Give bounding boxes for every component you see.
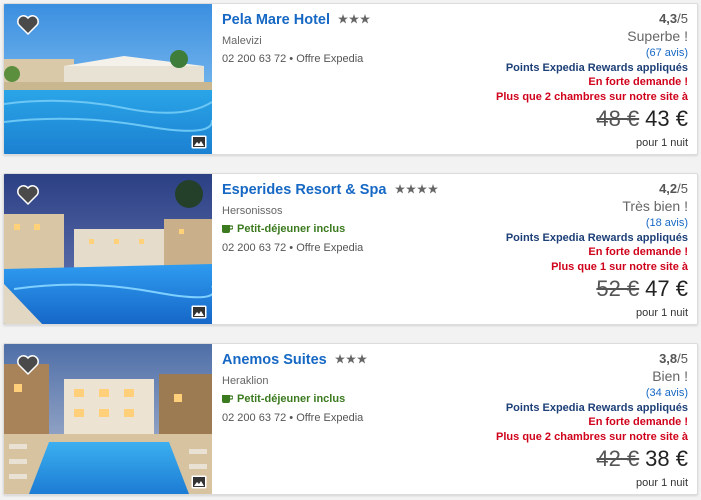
star-rating bbox=[338, 10, 371, 28]
star-icon bbox=[335, 353, 368, 364]
rating-score: 4,2 bbox=[659, 181, 678, 196]
breakfast-included: Petit-déjeuner inclus bbox=[222, 393, 345, 405]
breakfast-label: Petit-déjeuner inclus bbox=[237, 223, 346, 235]
old-price: 48 € bbox=[596, 106, 640, 131]
old-price: 52 € bbox=[596, 276, 640, 301]
heart-icon[interactable] bbox=[16, 184, 40, 206]
coffee-cup-icon bbox=[222, 395, 234, 403]
star-icon bbox=[338, 13, 371, 24]
rewards-notice: Points Expedia Rewards appliqués bbox=[505, 232, 688, 244]
heart-icon[interactable] bbox=[16, 14, 40, 36]
demand-notice: En forte demande ! bbox=[588, 76, 688, 88]
rewards-notice: Points Expedia Rewards appliqués bbox=[505, 62, 688, 74]
hotel-photo[interactable] bbox=[4, 4, 212, 154]
image-gallery-icon[interactable] bbox=[191, 305, 207, 319]
reviews-link[interactable]: (67 avis) bbox=[646, 47, 688, 59]
rewards-notice: Points Expedia Rewards appliqués bbox=[505, 402, 688, 414]
rating-max: /5 bbox=[677, 181, 688, 196]
availability-notice: Plus que 2 chambres sur notre site à bbox=[496, 91, 688, 103]
phone-offer: 02 200 63 72 • Offre Expedia bbox=[222, 242, 364, 254]
price[interactable]: 48 €43 € bbox=[596, 106, 688, 132]
star-rating bbox=[394, 180, 438, 198]
hotel-location: Malevizi bbox=[222, 35, 262, 47]
rating-max: /5 bbox=[677, 11, 688, 26]
reviews-link[interactable]: (18 avis) bbox=[646, 217, 688, 229]
old-price: 42 € bbox=[596, 446, 640, 471]
phone-offer: 02 200 63 72 • Offre Expedia bbox=[222, 412, 364, 424]
hotel-card[interactable]: Pela Mare Hotel Malevizi 02 200 63 72 • … bbox=[3, 3, 698, 155]
star-rating bbox=[335, 350, 373, 368]
price-period: pour 1 nuit bbox=[636, 477, 688, 489]
breakfast-included: Petit-déjeuner inclus bbox=[222, 223, 345, 235]
price-period: pour 1 nuit bbox=[636, 307, 688, 319]
hotel-location: Heraklion bbox=[222, 375, 269, 387]
phone-offer: 02 200 63 72 • Offre Expedia bbox=[222, 53, 364, 65]
rating-verdict: Très bien ! bbox=[622, 198, 688, 214]
guest-rating: 4,2/5 bbox=[659, 181, 688, 196]
hotel-photo[interactable] bbox=[4, 344, 212, 494]
reviews-link[interactable]: (34 avis) bbox=[646, 387, 688, 399]
image-gallery-icon[interactable] bbox=[191, 475, 207, 489]
rating-verdict: Bien ! bbox=[652, 368, 688, 384]
breakfast-label: Petit-déjeuner inclus bbox=[237, 393, 346, 405]
price-period: pour 1 nuit bbox=[636, 137, 688, 149]
current-price: 43 € bbox=[645, 106, 688, 131]
rating-verdict: Superbe ! bbox=[627, 28, 688, 44]
current-price: 38 € bbox=[645, 446, 688, 471]
coffee-cup-icon bbox=[222, 225, 234, 233]
guest-rating: 3,8/5 bbox=[659, 351, 688, 366]
demand-notice: En forte demande ! bbox=[588, 246, 688, 258]
rating-max: /5 bbox=[677, 351, 688, 366]
availability-notice: Plus que 2 chambres sur notre site à bbox=[496, 431, 688, 443]
heart-icon[interactable] bbox=[16, 354, 40, 376]
hotel-name-link[interactable]: Anemos Suites bbox=[222, 352, 327, 368]
demand-notice: En forte demande ! bbox=[588, 416, 688, 428]
hotel-card[interactable]: Esperides Resort & Spa Hersonissos Petit… bbox=[3, 173, 698, 325]
image-gallery-icon[interactable] bbox=[191, 135, 207, 149]
availability-notice: Plus que 1 sur notre site à bbox=[551, 261, 688, 273]
hotel-card[interactable]: Anemos Suites Heraklion Petit-déjeuner i… bbox=[3, 343, 698, 495]
star-icon bbox=[394, 183, 438, 194]
rating-score: 4,3 bbox=[659, 11, 678, 26]
price[interactable]: 52 €47 € bbox=[596, 276, 688, 302]
hotel-name-link[interactable]: Esperides Resort & Spa bbox=[222, 182, 386, 198]
hotel-photo[interactable] bbox=[4, 174, 212, 324]
hotel-name-link[interactable]: Pela Mare Hotel bbox=[222, 12, 330, 28]
price[interactable]: 42 €38 € bbox=[596, 446, 688, 472]
current-price: 47 € bbox=[645, 276, 688, 301]
guest-rating: 4,3/5 bbox=[659, 11, 688, 26]
rating-score: 3,8 bbox=[659, 351, 678, 366]
hotel-location: Hersonissos bbox=[222, 205, 283, 217]
